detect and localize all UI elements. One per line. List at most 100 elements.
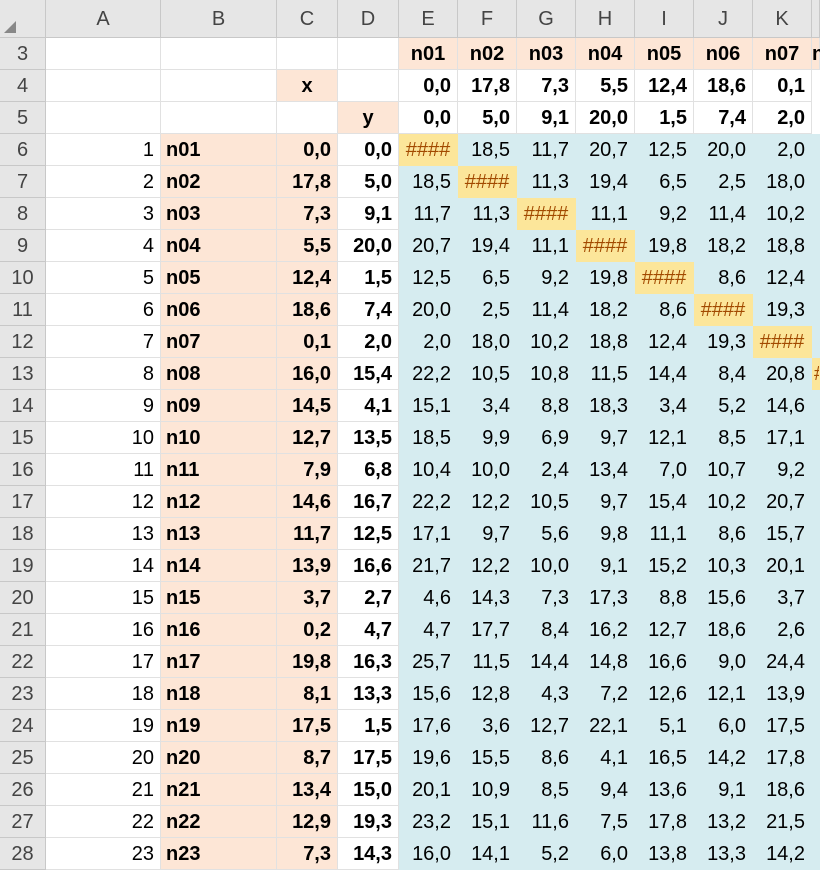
distance-cell[interactable]: 17,6 [399, 710, 458, 742]
column-header-H[interactable]: H [576, 0, 635, 38]
distance-cell[interactable]: 16,6 [635, 646, 694, 678]
distance-cell[interactable]: 8,6 [635, 294, 694, 326]
node-x[interactable]: 13,4 [277, 774, 338, 806]
distance-cell-partial[interactable] [812, 326, 820, 358]
distance-cell-diagonal[interactable]: #### [458, 166, 517, 198]
column-header-G[interactable]: G [517, 0, 576, 38]
row-index[interactable]: 17 [46, 646, 161, 678]
node-x[interactable]: 7,9 [277, 454, 338, 486]
node-x[interactable]: 3,7 [277, 582, 338, 614]
column-header-L[interactable] [812, 0, 820, 38]
cell-B3[interactable] [161, 38, 277, 70]
distance-cell[interactable]: 14,2 [694, 742, 753, 774]
row-header-22[interactable]: 22 [0, 646, 46, 678]
node-y[interactable]: 2,7 [338, 582, 399, 614]
node-y[interactable]: 1,5 [338, 710, 399, 742]
distance-cell[interactable]: 9,7 [576, 422, 635, 454]
distance-cell[interactable]: 2,6 [753, 614, 812, 646]
distance-cell[interactable]: 13,8 [635, 838, 694, 870]
distance-cell[interactable]: 17,1 [753, 422, 812, 454]
distance-cell[interactable]: 19,4 [458, 230, 517, 262]
row-header-4[interactable]: 4 [0, 70, 46, 102]
distance-cell[interactable]: 17,7 [458, 614, 517, 646]
node-name[interactable]: n12 [161, 486, 277, 518]
distance-cell[interactable]: 12,1 [694, 678, 753, 710]
distance-cell[interactable]: 18,6 [694, 614, 753, 646]
distance-cell[interactable]: 19,8 [576, 262, 635, 294]
distance-cell[interactable]: 17,5 [753, 710, 812, 742]
node-x[interactable]: 11,7 [277, 518, 338, 550]
distance-cell[interactable]: 8,4 [694, 358, 753, 390]
distance-cell[interactable]: 9,1 [576, 550, 635, 582]
distance-cell-partial[interactable] [812, 390, 820, 422]
row-header-18[interactable]: 18 [0, 518, 46, 550]
column-header-J[interactable]: J [694, 0, 753, 38]
distance-cell[interactable]: 17,8 [635, 806, 694, 838]
row-header-12[interactable]: 12 [0, 326, 46, 358]
distance-cell[interactable]: 10,0 [517, 550, 576, 582]
distance-cell[interactable]: 15,4 [635, 486, 694, 518]
row-index[interactable]: 19 [46, 710, 161, 742]
distance-cell[interactable]: 14,4 [635, 358, 694, 390]
distance-cell-partial[interactable] [812, 230, 820, 262]
distance-cell-partial[interactable] [812, 166, 820, 198]
distance-cell[interactable]: 10,0 [458, 454, 517, 486]
distance-cell[interactable]: 8,6 [517, 742, 576, 774]
row-header-27[interactable]: 27 [0, 806, 46, 838]
row-index[interactable]: 14 [46, 550, 161, 582]
distance-cell[interactable]: 19,3 [694, 326, 753, 358]
row-index[interactable]: 13 [46, 518, 161, 550]
node-y[interactable]: 14,3 [338, 838, 399, 870]
distance-cell[interactable]: 6,5 [635, 166, 694, 198]
header-x-n02[interactable]: 17,8 [458, 70, 517, 102]
row-header-7[interactable]: 7 [0, 166, 46, 198]
node-name[interactable]: n03 [161, 198, 277, 230]
cell-D4[interactable] [338, 70, 399, 102]
distance-cell[interactable]: 15,2 [635, 550, 694, 582]
row-header-25[interactable]: 25 [0, 742, 46, 774]
col-name-n03[interactable]: n03 [517, 38, 576, 70]
distance-cell[interactable]: 17,1 [399, 518, 458, 550]
distance-cell[interactable]: 7,0 [635, 454, 694, 486]
node-name[interactable]: n11 [161, 454, 277, 486]
header-x-n03[interactable]: 7,3 [517, 70, 576, 102]
distance-cell[interactable]: 13,9 [753, 678, 812, 710]
node-y[interactable]: 16,3 [338, 646, 399, 678]
node-y[interactable]: 15,4 [338, 358, 399, 390]
node-name[interactable]: n16 [161, 614, 277, 646]
node-name[interactable]: n06 [161, 294, 277, 326]
cell-A5[interactable] [46, 102, 161, 134]
distance-cell[interactable]: 6,0 [576, 838, 635, 870]
distance-cell[interactable]: 22,1 [576, 710, 635, 742]
row-index[interactable]: 21 [46, 774, 161, 806]
node-x[interactable]: 12,4 [277, 262, 338, 294]
distance-cell[interactable]: 9,8 [576, 518, 635, 550]
distance-cell[interactable]: 20,0 [399, 294, 458, 326]
column-header-D[interactable]: D [338, 0, 399, 38]
header-x-n04[interactable]: 5,5 [576, 70, 635, 102]
node-x[interactable]: 0,0 [277, 134, 338, 166]
node-name[interactable]: n23 [161, 838, 277, 870]
distance-cell[interactable]: 5,2 [517, 838, 576, 870]
distance-cell[interactable]: 15,7 [753, 518, 812, 550]
node-x[interactable]: 13,9 [277, 550, 338, 582]
distance-cell[interactable]: 20,8 [753, 358, 812, 390]
node-y[interactable]: 0,0 [338, 134, 399, 166]
distance-cell[interactable]: 14,8 [576, 646, 635, 678]
row-header-16[interactable]: 16 [0, 454, 46, 486]
distance-cell-partial[interactable] [812, 262, 820, 294]
distance-cell-diagonal[interactable]: #### [399, 134, 458, 166]
column-header-A[interactable]: A [46, 0, 161, 38]
node-x[interactable]: 18,6 [277, 294, 338, 326]
distance-cell[interactable]: 16,0 [399, 838, 458, 870]
distance-cell[interactable]: 11,7 [517, 134, 576, 166]
node-y[interactable]: 19,3 [338, 806, 399, 838]
distance-cell[interactable]: 19,4 [576, 166, 635, 198]
row-header-23[interactable]: 23 [0, 678, 46, 710]
distance-cell-diagonal[interactable]: #### [576, 230, 635, 262]
node-x[interactable]: 8,7 [277, 742, 338, 774]
distance-cell[interactable]: 9,9 [458, 422, 517, 454]
distance-cell[interactable]: 8,8 [635, 582, 694, 614]
row-header-15[interactable]: 15 [0, 422, 46, 454]
distance-cell-partial[interactable] [812, 646, 820, 678]
